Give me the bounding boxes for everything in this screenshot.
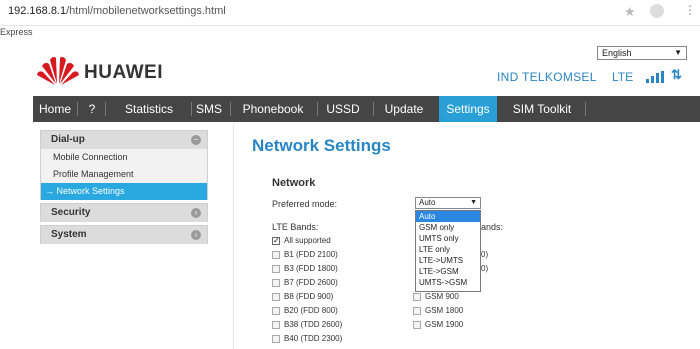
- checkbox-label: B7 (FDD 2600): [284, 278, 338, 287]
- language-select[interactable]: English ▼: [597, 46, 687, 60]
- sidebar-item-mobile-connection[interactable]: Mobile Connection: [41, 149, 207, 166]
- checkbox-icon: [272, 335, 280, 343]
- preferred-mode-label: Preferred mode:: [272, 199, 338, 209]
- browser-menu-icon[interactable]: ⋮: [684, 3, 696, 17]
- sidebar-head-dialup[interactable]: Dial-up −: [41, 131, 207, 149]
- bookmarks-bar: Express: [0, 26, 700, 40]
- sidebar-head-label: System: [51, 229, 87, 240]
- checkbox-icon: [272, 251, 280, 259]
- checkbox-icon: [272, 235, 280, 247]
- sidebar-group-system[interactable]: System ›: [40, 225, 208, 244]
- sidebar-head-label: Security: [51, 207, 91, 218]
- checkbox-label: GSM 900: [425, 292, 459, 301]
- expand-icon: ›: [191, 230, 201, 240]
- url-host: 192.168.8.1: [8, 5, 67, 17]
- bookmark-express[interactable]: Express: [0, 27, 33, 37]
- collapse-icon: −: [191, 135, 201, 145]
- dropdown-option[interactable]: LTE->UMTS: [416, 255, 480, 266]
- preferred-mode-select[interactable]: Auto ▼: [415, 197, 481, 209]
- checkbox-label: B38 (TDD 2600): [284, 320, 343, 329]
- nav-settings[interactable]: Settings: [439, 96, 497, 122]
- nav-sim-toolkit[interactable]: SIM Toolkit: [503, 96, 581, 122]
- dropdown-option[interactable]: GSM only: [416, 222, 480, 233]
- checkbox-label: B40 (TDD 2300): [284, 334, 343, 343]
- checkbox-label: B8 (FDD 900): [284, 292, 334, 301]
- preferred-mode-value: Auto: [419, 198, 436, 207]
- checkbox-label: B3 (FDD 1800): [284, 264, 338, 273]
- sidebar-item-profile-management[interactable]: Profile Management: [41, 166, 207, 183]
- data-transfer-icon: ⇅: [671, 67, 682, 82]
- checkbox-icon: [413, 307, 421, 315]
- checkbox-icon: [272, 279, 280, 287]
- brand-name: HUAWEI: [84, 62, 163, 83]
- huawei-logo-icon: [37, 56, 79, 85]
- main-nav: Home ? Statistics SMS Phonebook USSD Upd…: [33, 96, 700, 122]
- nav-update[interactable]: Update: [379, 96, 429, 122]
- sidebar-item-network-settings[interactable]: → Network Settings: [41, 183, 207, 200]
- sidebar-head-security[interactable]: Security ›: [41, 204, 207, 222]
- checkbox-icon: [413, 293, 421, 301]
- obscured-text-fragment: 0): [481, 264, 489, 273]
- nav-statistics[interactable]: Statistics: [107, 96, 191, 122]
- operator-name: IND TELKOMSEL: [497, 70, 597, 84]
- sidebar-group-dialup: Dial-up − Mobile Connection Profile Mana…: [40, 130, 208, 200]
- language-value: English: [602, 48, 632, 58]
- checkbox-label: GSM 1900: [425, 320, 464, 329]
- url-path: /html/mobilenetworksettings.html: [66, 5, 226, 17]
- chevron-down-icon: ▼: [470, 199, 477, 206]
- sidebar-group-security[interactable]: Security ›: [40, 203, 208, 222]
- checkbox-icon: [272, 293, 280, 301]
- address-bar[interactable]: 192.168.8.1/html/mobilenetworksettings.h…: [0, 0, 700, 26]
- checkbox-icon: [272, 265, 280, 273]
- content-divider: [233, 124, 234, 349]
- nav-ussd[interactable]: USSD: [321, 96, 365, 122]
- sidebar-head-label: Dial-up: [51, 134, 85, 145]
- checkbox-icon: [413, 321, 421, 329]
- checkbox-label: B1 (FDD 2100): [284, 250, 338, 259]
- checkbox-label: B20 (FDD 800): [284, 306, 338, 315]
- dropdown-option[interactable]: UMTS only: [416, 233, 480, 244]
- dropdown-option[interactable]: LTE->GSM: [416, 266, 480, 277]
- obscured-text-fragment: 0): [481, 250, 489, 259]
- profile-icon[interactable]: [650, 4, 664, 18]
- signal-strength-icon: [646, 71, 664, 83]
- preferred-mode-dropdown: Auto GSM only UMTS only LTE only LTE->UM…: [415, 210, 481, 292]
- checkbox-label: GSM 1800: [425, 306, 464, 315]
- checkbox-label: All supported: [284, 236, 331, 245]
- lte-bands-label: LTE Bands:: [272, 222, 319, 232]
- dropdown-option[interactable]: LTE only: [416, 244, 480, 255]
- browser-window: 192.168.8.1/html/mobilenetworksettings.h…: [0, 0, 700, 349]
- page-title: Network Settings: [252, 136, 391, 155]
- gsm-bands-label: ands:: [481, 222, 504, 232]
- nav-sms[interactable]: SMS: [193, 96, 225, 122]
- checkbox-icon: [272, 321, 280, 329]
- bookmark-star-icon[interactable]: ★: [624, 4, 636, 20]
- expand-icon: ›: [191, 208, 201, 218]
- url-field[interactable]: 192.168.8.1/html/mobilenetworksettings.h…: [8, 5, 226, 17]
- chevron-down-icon: ▼: [674, 48, 682, 57]
- checkbox-icon: [272, 307, 280, 315]
- section-title: Network: [272, 177, 316, 189]
- dropdown-option[interactable]: Auto: [416, 211, 480, 222]
- sidebar-head-system[interactable]: System ›: [41, 226, 207, 244]
- dropdown-option[interactable]: UMTS->GSM: [416, 277, 480, 288]
- nav-help[interactable]: ?: [79, 96, 105, 122]
- nav-phonebook[interactable]: Phonebook: [236, 96, 310, 122]
- nav-home[interactable]: Home: [33, 96, 77, 122]
- network-type: LTE: [612, 70, 634, 84]
